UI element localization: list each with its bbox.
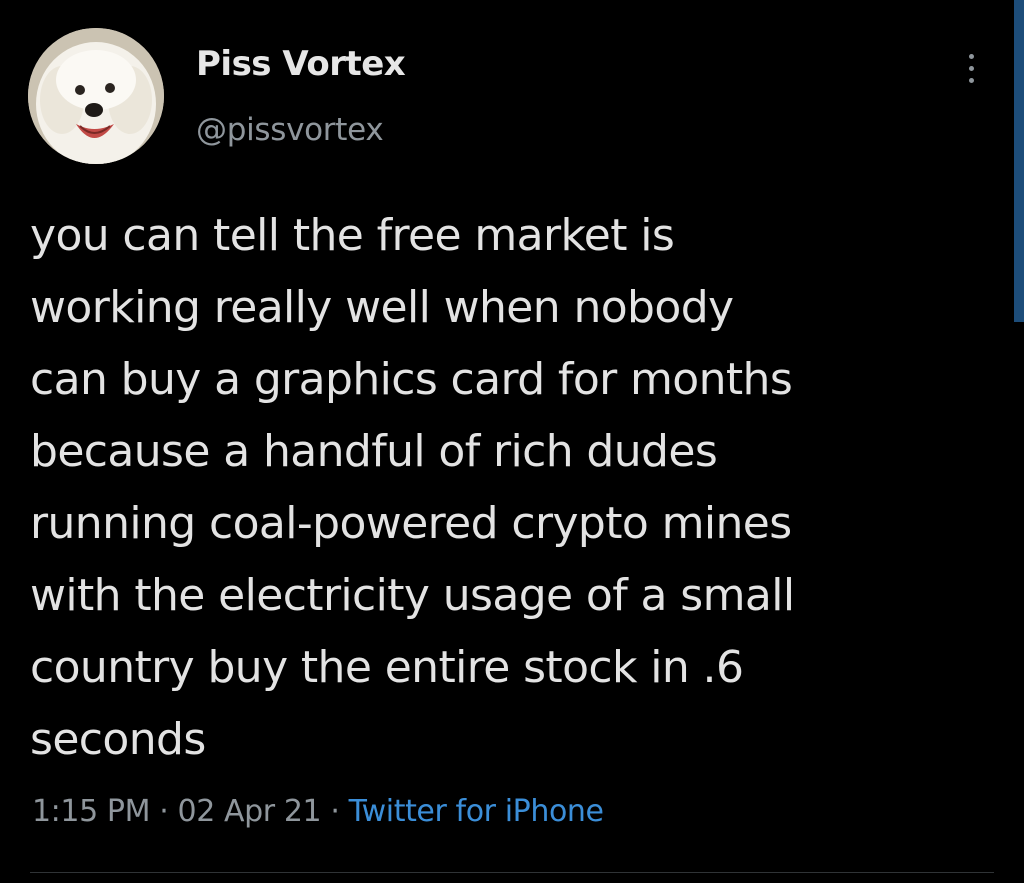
divider [30, 872, 994, 873]
white-dog-avatar-icon [28, 28, 164, 164]
avatar[interactable] [28, 28, 164, 164]
tweet-time[interactable]: 1:15 PM [32, 794, 150, 829]
tweet-text-line: running coal-powered crypto mines [30, 498, 792, 549]
user-handle[interactable]: @pissvortex [196, 112, 384, 148]
tweet-text-line: country buy the entire stock in .6 [30, 642, 744, 693]
tweet-text-line: seconds [30, 714, 206, 765]
more-vertical-icon[interactable] [956, 46, 986, 90]
tweet-card: Piss Vortex @pissvortex you can tell the… [0, 0, 1024, 883]
tweet-text-line: can buy a graphics card for months [30, 354, 793, 405]
tweet-date[interactable]: 02 Apr 21 [178, 794, 322, 829]
tweet-source-link[interactable]: Twitter for iPhone [349, 794, 604, 829]
tweet-text-line: you can tell the free market is [30, 210, 675, 261]
meta-separator: · [330, 794, 340, 829]
display-name[interactable]: Piss Vortex [196, 44, 406, 84]
meta-separator: · [159, 794, 169, 829]
tweet-text-line: working really well when nobody [30, 282, 734, 333]
tweet-text-line: with the electricity usage of a small [30, 570, 795, 621]
tweet-text-line: because a handful of rich dudes [30, 426, 718, 477]
tweet-meta: 1:15 PM · 02 Apr 21 · Twitter for iPhone [32, 794, 604, 829]
tweet-text: you can tell the free market is working … [30, 200, 990, 776]
scrollbar[interactable] [1014, 0, 1024, 322]
